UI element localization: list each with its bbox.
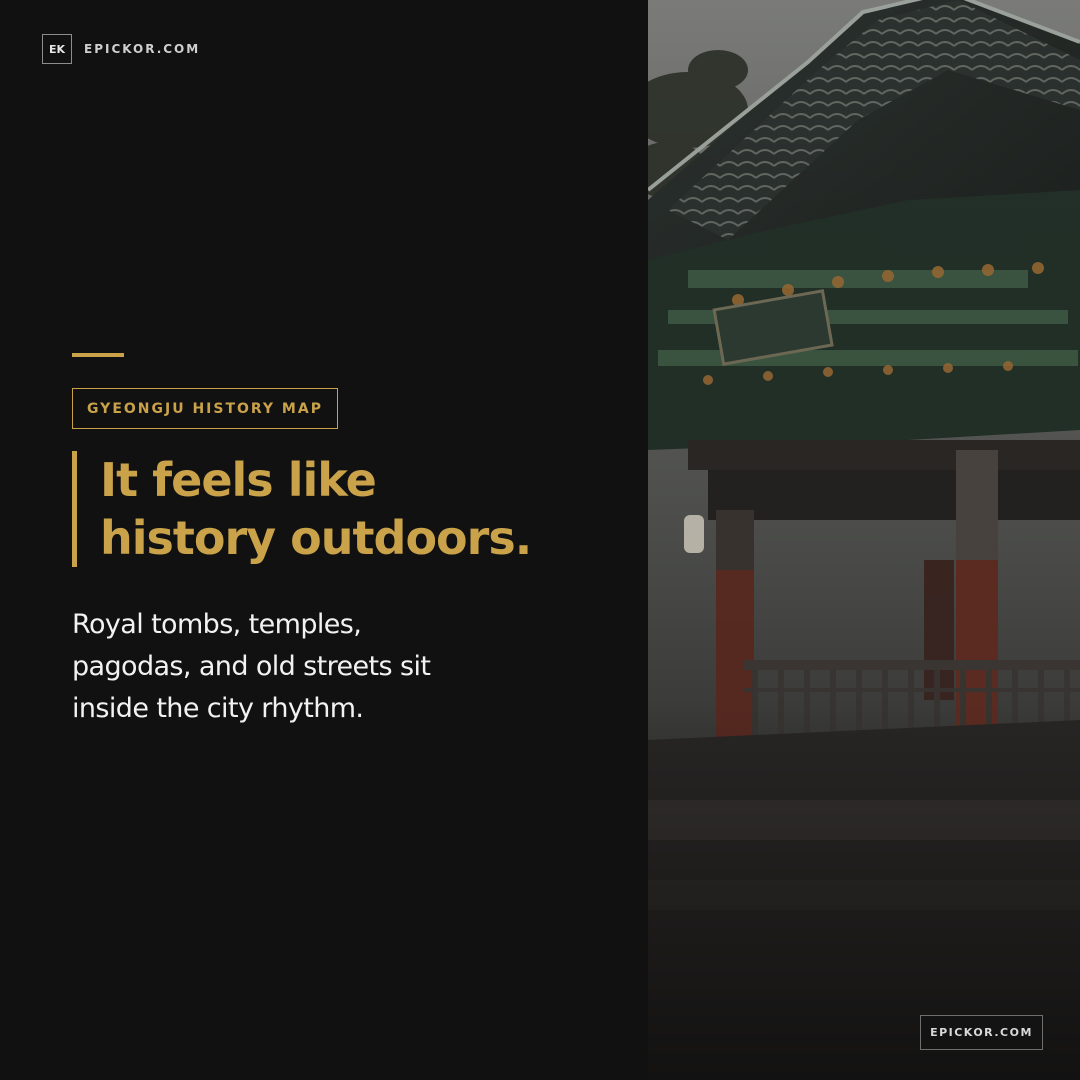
headline-block: It feels like history outdoors. [72, 451, 632, 567]
headline: It feels like history outdoors. [100, 451, 632, 567]
brand-logo-mark: EK [42, 34, 72, 64]
brand-name: EPICKOR.COM [84, 42, 201, 56]
pavilion-illustration [648, 0, 1080, 1080]
body-line-2: pagodas, and old streets sit [72, 651, 431, 682]
pavilion-photo: EPICKOR.COM [648, 0, 1080, 1080]
brand[interactable]: EK EPICKOR.COM [42, 34, 200, 64]
headline-line-2: history outdoors. [100, 511, 532, 565]
body-copy: Royal tombs, temples, pagodas, and old s… [72, 604, 492, 730]
headline-line-1: It feels like [100, 453, 377, 507]
text-panel: EK EPICKOR.COM GYEONGJU HISTORY MAP It f… [0, 0, 648, 1080]
body-line-3: inside the city rhythm. [72, 693, 364, 724]
category-tag: GYEONGJU HISTORY MAP [72, 388, 338, 429]
body-line-1: Royal tombs, temples, [72, 609, 362, 640]
watermark: EPICKOR.COM [920, 1015, 1043, 1050]
accent-divider [72, 353, 124, 357]
